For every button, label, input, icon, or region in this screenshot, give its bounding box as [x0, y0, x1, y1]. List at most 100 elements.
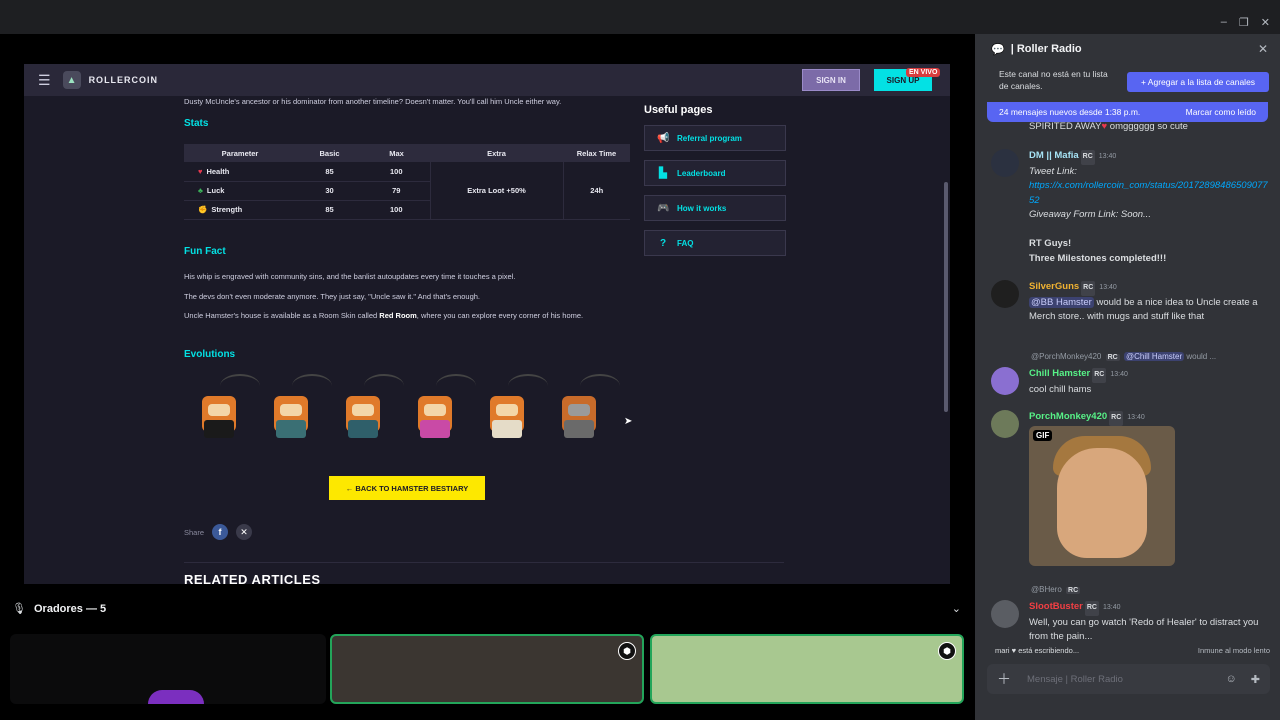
avatar[interactable] — [991, 149, 1019, 177]
speaker-tile-3[interactable]: ⬢ — [650, 634, 964, 704]
gif-badge: GIF — [1033, 430, 1053, 441]
slowmode-indicator: Inmune al modo lento — [1197, 646, 1270, 655]
useful-link-referral[interactable]: 📢 Referral program — [644, 125, 786, 151]
fun-fact-heading: Fun Fact — [184, 246, 226, 257]
tweet-link[interactable]: https://x.com/rollercoin_com/status/2017… — [1029, 180, 1268, 206]
avatar[interactable] — [991, 600, 1019, 628]
col-max: Max — [363, 144, 430, 162]
divider — [184, 562, 784, 563]
avatar[interactable] — [991, 367, 1019, 395]
message-content: Chill Hamster RC 13:40 cool chill hams — [1029, 368, 1128, 395]
thread-icon: 💬 — [991, 43, 1005, 56]
timestamp: 13:40 — [1099, 284, 1117, 291]
clover-icon: ♣ — [198, 186, 203, 195]
param-health: ♥ Health — [184, 162, 296, 182]
param-strength: ✊ Strength — [184, 200, 296, 220]
timestamp: 13:40 — [1102, 604, 1121, 611]
luck-basic: 30 — [296, 181, 363, 201]
speaker-tile-1[interactable] — [10, 634, 326, 704]
username[interactable]: SilverGuns — [1029, 281, 1079, 292]
col-basic: Basic — [296, 144, 363, 162]
timestamp: 13:40 — [1098, 153, 1117, 160]
gif-attachment[interactable]: GIF — [1029, 426, 1175, 566]
apps-icon[interactable]: ✚ — [1251, 673, 1260, 686]
moderator-shield-icon: ⬢ — [618, 642, 636, 660]
window-titlebar: – ❐ ✕ — [0, 0, 1280, 34]
hamster-evolution-6-icon — [556, 374, 620, 440]
rc-tag: RC — [1092, 368, 1107, 383]
param-luck: ♣ Luck — [184, 181, 296, 201]
useful-link-how-it-works[interactable]: 🎮 How it works — [644, 195, 786, 221]
hamster-evolution-3-icon — [340, 374, 404, 440]
back-to-bestiary-button[interactable]: ← BACK TO HAMSTER BESTIARY — [329, 476, 485, 500]
timestamp: 13:40 — [1110, 371, 1128, 378]
useful-link-faq[interactable]: ? FAQ — [644, 230, 786, 256]
table-row: ♥ Health 85 100 Extra Loot +50% 24h — [184, 162, 630, 220]
message-content: SPIRITED AWAY♥ omgggggg so cute — [1029, 121, 1188, 132]
col-relax-time: Relax Time — [563, 144, 630, 162]
mark-read-button[interactable]: Marcar como leído — [1186, 107, 1256, 117]
message-content: PorchMonkey420 RC 13:40 — [1029, 410, 1269, 426]
avatar[interactable] — [991, 280, 1019, 308]
username[interactable]: Chill Hamster — [1029, 368, 1090, 379]
composer-placeholder[interactable]: Mensaje | Roller Radio — [1027, 674, 1123, 685]
facebook-icon[interactable]: f — [212, 524, 229, 540]
fact-3: Uncle Hamster's house is available as a … — [184, 311, 584, 320]
evolutions-row — [196, 374, 620, 440]
useful-pages-heading: Useful pages — [644, 104, 713, 116]
rc-tag: RC — [1084, 601, 1099, 616]
hamster-evolution-4-icon — [412, 374, 476, 440]
chevron-down-icon[interactable]: ⌄ — [952, 602, 961, 615]
minimize-icon[interactable]: – — [1221, 16, 1227, 29]
site-brand[interactable]: ROLLERCOIN — [89, 75, 159, 85]
avatar[interactable] — [991, 410, 1019, 438]
add-channel-button[interactable]: + Agregar a la lista de canales — [1127, 72, 1269, 92]
speaker-tile-2[interactable]: ⬢ — [330, 634, 644, 704]
stats-table: Parameter Basic Max Extra Relax Time ♥ He… — [184, 144, 630, 220]
username[interactable]: SlootBuster — [1029, 601, 1083, 612]
timestamp: 13:40 — [1127, 414, 1145, 421]
avatar — [148, 690, 204, 704]
moderator-shield-icon: ⬢ — [938, 642, 956, 660]
message-content: SlootBuster RC 13:40 Well, you can go watc… — [1029, 601, 1259, 642]
sign-in-button[interactable]: SIGN IN — [802, 69, 860, 91]
channel-name: | Roller Radio — [1010, 43, 1082, 55]
microphone-icon: 🎙 — [12, 603, 26, 615]
evolutions-heading: Evolutions — [184, 349, 236, 360]
chat-panel: 💬 | Roller Radio ✕ Este canal no está en… — [975, 34, 1280, 720]
health-basic: 85 — [296, 162, 363, 182]
close-window-icon[interactable]: ✕ — [1261, 16, 1270, 29]
mention[interactable]: @BB Hamster — [1029, 296, 1094, 308]
new-messages-bar[interactable]: 24 mensajes nuevos desde 1:38 p.m. Marca… — [987, 102, 1268, 122]
intro-text: Dusty McUncle's ancestor or his dominato… — [184, 97, 562, 106]
sticker-icon[interactable]: ☺ — [1226, 673, 1237, 686]
col-parameter: Parameter — [184, 144, 296, 162]
speakers-bar[interactable]: 🎙 Oradores — 5 ⌄ — [0, 598, 975, 620]
message-composer[interactable]: ＋ Mensaje | Roller Radio ☺ ✚ — [987, 664, 1270, 694]
username[interactable]: DM || Mafia — [1029, 150, 1079, 161]
reply-preview[interactable]: @BHero RC — [1031, 585, 1082, 594]
question-icon: ? — [659, 237, 667, 249]
close-icon[interactable]: ✕ — [1258, 42, 1268, 56]
hamster-evolution-2-icon — [268, 374, 332, 440]
rc-tag: RC — [1109, 411, 1124, 426]
reply-preview[interactable]: @PorchMonkey420 RC @Chill Hamster would … — [1031, 352, 1216, 361]
extra-value: Extra Loot +50% — [429, 162, 564, 220]
gamepad-icon: 🎮 — [657, 202, 670, 214]
scrollbar-thumb[interactable] — [944, 182, 948, 412]
x-twitter-icon[interactable]: ✕ — [236, 524, 253, 540]
mouse-cursor-icon: ➤ — [624, 416, 633, 427]
hamburger-menu-icon[interactable]: ☰ — [38, 72, 51, 89]
fact-1: His whip is engraved with community sins… — [184, 272, 516, 281]
flexed-arm-icon: ✊ — [198, 205, 208, 214]
window-controls: – ❐ ✕ — [1221, 16, 1270, 29]
share-row: Share f ✕ — [184, 524, 253, 540]
username[interactable]: PorchMonkey420 — [1029, 411, 1107, 422]
site-header: ☰ ▲ ROLLERCOIN SIGN IN SIGN UP EN VIVO — [24, 64, 950, 96]
podium-icon: ▙ — [659, 167, 667, 179]
message-content: SilverGuns RC 13:40 @BB Hamster would be a… — [1029, 281, 1258, 322]
useful-link-leaderboard[interactable]: ▙ Leaderboard — [644, 160, 786, 186]
plus-icon[interactable]: ＋ — [997, 669, 1011, 689]
hamster-evolution-1-icon — [196, 374, 260, 440]
maximize-icon[interactable]: ❐ — [1239, 16, 1249, 29]
